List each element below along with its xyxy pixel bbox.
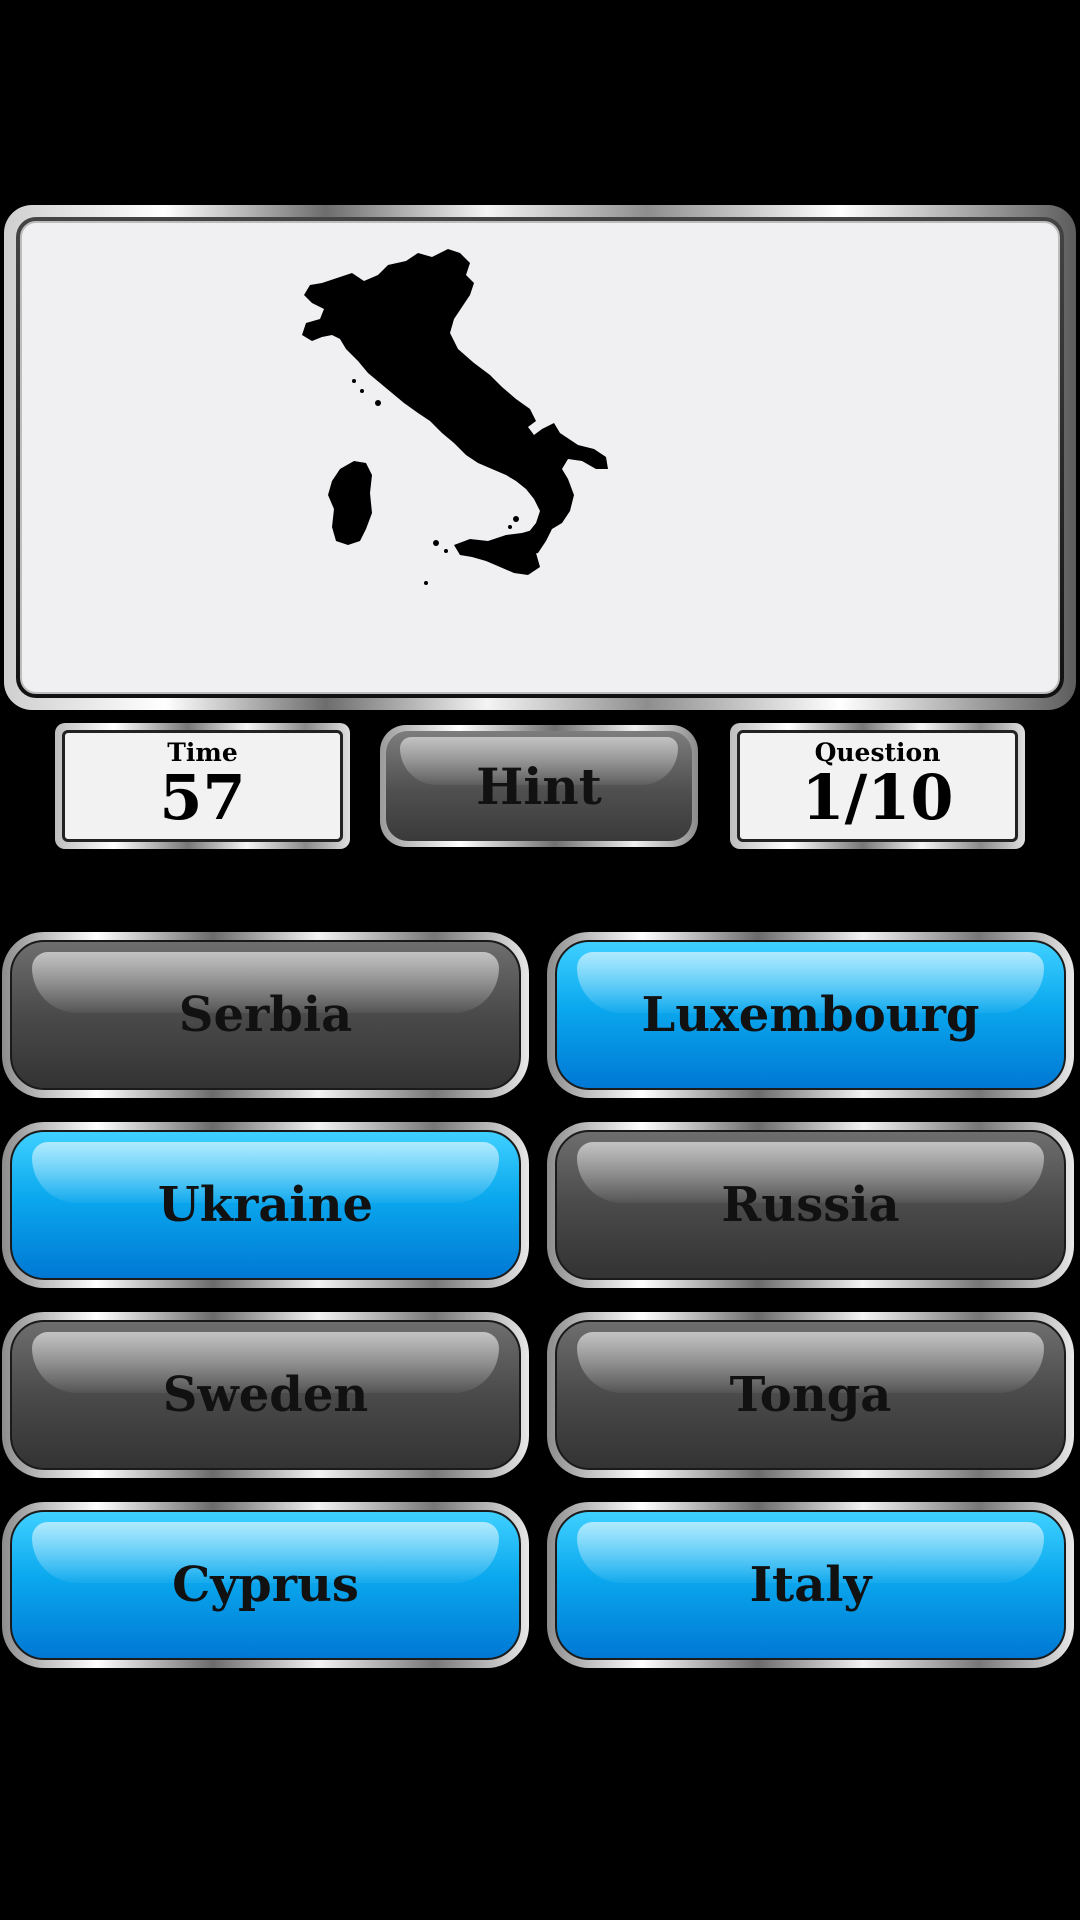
answer-button-face[interactable]: Luxembourg bbox=[555, 940, 1066, 1090]
answer-button-serbia[interactable]: Serbia bbox=[2, 932, 529, 1098]
answer-button-tonga[interactable]: Tonga bbox=[547, 1312, 1074, 1478]
answer-button-luxembourg[interactable]: Luxembourg bbox=[547, 932, 1074, 1098]
hint-button-face[interactable]: Hint bbox=[386, 731, 692, 841]
answer-button-face[interactable]: Ukraine bbox=[10, 1130, 521, 1280]
time-box-panel: Time 57 bbox=[62, 730, 343, 842]
answer-label: Serbia bbox=[178, 987, 353, 1043]
answer-label: Italy bbox=[749, 1557, 872, 1613]
hint-button[interactable]: Hint bbox=[380, 725, 698, 847]
answer-label: Sweden bbox=[162, 1367, 369, 1423]
answer-button-sweden[interactable]: Sweden bbox=[2, 1312, 529, 1478]
map-panel bbox=[20, 221, 1060, 694]
answer-label: Tonga bbox=[729, 1367, 892, 1423]
answer-label: Cyprus bbox=[172, 1557, 359, 1613]
answer-button-face[interactable]: Italy bbox=[555, 1510, 1066, 1660]
question-box: Question 1/10 bbox=[730, 723, 1025, 849]
question-box-panel: Question 1/10 bbox=[737, 730, 1018, 842]
answer-button-face[interactable]: Russia bbox=[555, 1130, 1066, 1280]
hint-button-label: Hint bbox=[476, 756, 602, 816]
map-frame-bezel bbox=[16, 217, 1064, 698]
answer-button-cyprus[interactable]: Cyprus bbox=[2, 1502, 529, 1668]
answer-label: Russia bbox=[721, 1177, 900, 1233]
italy-map-icon bbox=[302, 249, 608, 585]
answer-button-ukraine[interactable]: Ukraine bbox=[2, 1122, 529, 1288]
answer-button-italy[interactable]: Italy bbox=[547, 1502, 1074, 1668]
time-value: 57 bbox=[159, 761, 246, 834]
answer-label: Ukraine bbox=[157, 1177, 374, 1233]
answer-button-face[interactable]: Tonga bbox=[555, 1320, 1066, 1470]
answer-button-face[interactable]: Sweden bbox=[10, 1320, 521, 1470]
answer-label: Luxembourg bbox=[641, 987, 980, 1043]
question-value: 1/10 bbox=[801, 761, 954, 834]
time-box: Time 57 bbox=[55, 723, 350, 849]
answer-button-face[interactable]: Cyprus bbox=[10, 1510, 521, 1660]
answer-button-russia[interactable]: Russia bbox=[547, 1122, 1074, 1288]
map-frame bbox=[4, 205, 1076, 710]
answer-button-face[interactable]: Serbia bbox=[10, 940, 521, 1090]
